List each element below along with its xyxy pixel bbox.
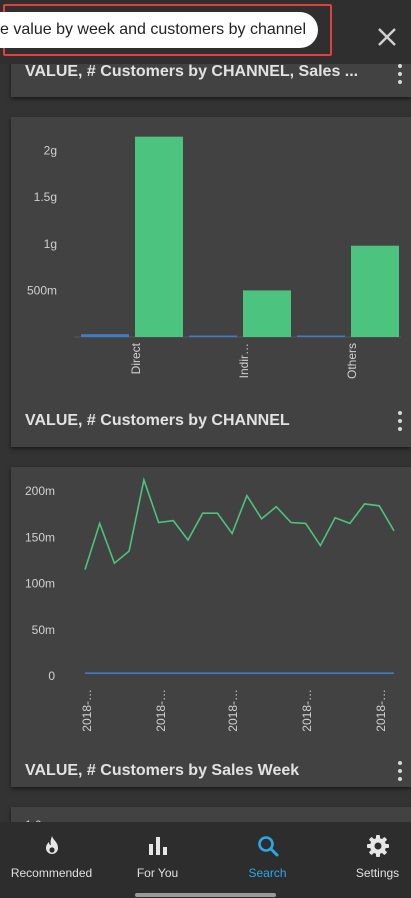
bar[interactable] — [189, 335, 237, 338]
card-title: VALUE, # Customers by Sales Week — [25, 762, 300, 779]
x-tick-label: Others — [345, 343, 359, 379]
close-icon[interactable] — [372, 22, 402, 52]
series-line[interactable] — [84, 476, 395, 570]
nav-label: Recommended — [10, 866, 93, 880]
bar-chart-icon — [148, 837, 167, 855]
nav-label: Search — [248, 866, 287, 880]
bar[interactable] — [135, 136, 183, 337]
gear-icon — [366, 835, 389, 857]
nav-for-you[interactable]: For You — [106, 822, 209, 898]
bar[interactable] — [351, 245, 399, 337]
bar[interactable] — [297, 335, 345, 338]
nav-recommended[interactable]: Recommended — [0, 822, 103, 898]
y-tick-label: 1.5g — [34, 190, 57, 204]
line-chart: 200m 150m 100m 50m 0 2018-… 2018-… 2018-… 2018-… — [25, 476, 395, 732]
nav-settings[interactable]: Settings — [326, 822, 411, 898]
more-options-icon[interactable] — [391, 62, 407, 86]
y-tick-label: 0 — [48, 669, 55, 683]
flame-icon — [45, 836, 58, 854]
card-sales-week: 200m 150m 100m 50m 0 2018-… 2018-… 2018-… 2018-… — [11, 467, 411, 787]
y-tick-label: 2g — [44, 144, 57, 158]
search-icon — [257, 836, 278, 857]
x-tick-label: 2018-… — [80, 689, 94, 732]
more-options-icon[interactable] — [391, 409, 407, 433]
bar[interactable] — [81, 334, 129, 337]
x-tick-label: Indir… — [237, 343, 251, 378]
card-title: VALUE, # Customers by CHANNEL — [25, 412, 290, 429]
nav-search[interactable]: Search — [216, 822, 319, 898]
y-tick-label: 200m — [25, 484, 55, 498]
bottom-navigation: Recommended For You Search Settings — [0, 822, 411, 898]
x-tick-label: 2018-… — [226, 689, 240, 732]
nav-label: Settings — [355, 866, 400, 880]
nav-label: For You — [136, 866, 179, 880]
x-tick-label: 2018-… — [374, 689, 388, 732]
y-tick-label: 50m — [32, 623, 55, 637]
x-tick-label: Direct — [129, 342, 143, 374]
search-query-field[interactable]: w me value by week and customers by chan… — [0, 12, 318, 48]
x-tick-label: 2018-… — [154, 689, 168, 732]
search-query-text: w me value by week and customers by chan… — [0, 21, 306, 38]
card-title: VALUE, # Customers by CHANNEL, Sales ... — [25, 63, 359, 80]
card-channel: 2g 1.5g 1g 500m Direct Indir… Others VALUE, #… — [11, 117, 411, 447]
y-tick-label: 100m — [25, 577, 55, 591]
more-options-icon[interactable] — [391, 759, 407, 783]
bar[interactable] — [243, 290, 291, 337]
y-tick-label: 150m — [25, 530, 55, 544]
x-tick-label: 2018-… — [300, 689, 314, 732]
y-tick-label: 1g — [44, 237, 57, 251]
top-bar: w me value by week and customers by chan… — [0, 0, 411, 64]
home-indicator — [135, 893, 276, 897]
y-tick-label: 500m — [27, 283, 57, 297]
bar-chart: 2g 1.5g 1g 500m Direct Indir… Others — [27, 136, 401, 379]
